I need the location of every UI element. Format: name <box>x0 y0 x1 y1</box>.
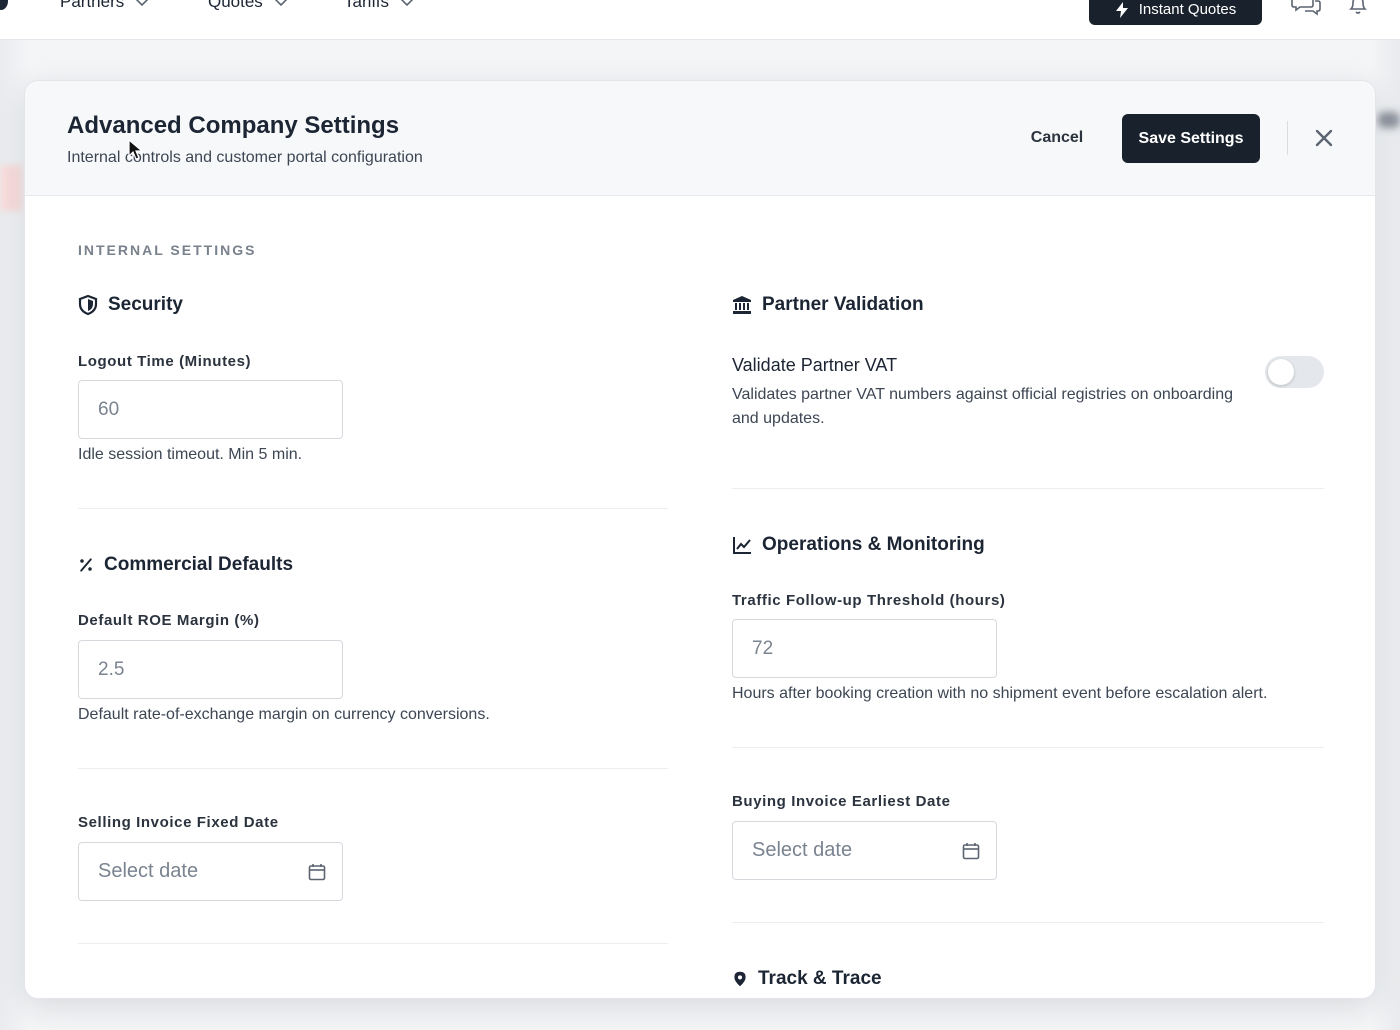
track-trace-title: Track & Trace <box>758 968 882 989</box>
top-nav: Partners Quotes Tariffs Instant Quotes <box>0 0 1400 40</box>
cancel-button[interactable]: Cancel <box>1015 114 1099 162</box>
mouse-cursor-icon <box>128 139 144 160</box>
selling-invoice-date-label: Selling Invoice Fixed Date <box>78 814 279 831</box>
calendar-icon <box>962 842 980 859</box>
validate-vat-label: Validate Partner VAT <box>732 355 898 375</box>
selling-invoice-date-picker[interactable]: Select date <box>78 842 343 901</box>
chart-line-icon <box>733 537 751 554</box>
divider <box>732 747 1324 748</box>
operations-monitoring-title: Operations & Monitoring <box>762 534 985 555</box>
instant-quotes-button[interactable]: Instant Quotes <box>1089 0 1262 25</box>
roe-margin-input[interactable] <box>78 640 343 699</box>
commercial-defaults-title: Commercial Defaults <box>104 554 294 575</box>
logout-time-help: Idle session timeout. Min 5 min. <box>78 446 303 463</box>
shield-icon <box>78 295 98 315</box>
partner-validation-heading: Partner Validation <box>732 294 924 316</box>
divider <box>732 922 1324 923</box>
instant-quotes-label: Instant Quotes <box>1138 1 1237 18</box>
divider <box>732 488 1324 489</box>
nav-item-label: Partners <box>60 0 125 11</box>
roe-margin-help: Default rate-of-exchange margin on curre… <box>78 706 490 723</box>
chevron-down-icon <box>400 0 414 7</box>
settings-modal: Advanced Company Settings Internal contr… <box>24 80 1376 999</box>
nav-item-quotes[interactable]: Quotes <box>208 0 289 12</box>
traffic-threshold-input[interactable] <box>732 619 997 678</box>
buying-invoice-date-label: Buying Invoice Earliest Date <box>732 793 951 810</box>
date-placeholder: Select date <box>752 839 853 861</box>
map-pin-icon <box>734 971 746 987</box>
traffic-threshold-help: Hours after booking creation with no shi… <box>732 685 1268 702</box>
close-button[interactable] <box>1309 123 1339 153</box>
chevron-down-icon <box>274 0 287 7</box>
divider <box>78 508 668 509</box>
section-label: INTERNAL SETTINGS <box>78 242 257 258</box>
background-element <box>0 165 22 211</box>
validate-vat-toggle[interactable] <box>1265 356 1324 388</box>
save-settings-button[interactable]: Save Settings <box>1122 114 1260 163</box>
modal-subtitle: Internal controls and customer portal co… <box>67 149 423 166</box>
logout-time-input[interactable] <box>78 380 343 439</box>
nav-item-label: Quotes <box>208 0 263 11</box>
logo <box>0 0 8 10</box>
chat-icon[interactable] <box>1291 0 1321 18</box>
logout-time-label: Logout Time (Minutes) <box>78 353 252 370</box>
header-divider <box>1287 121 1288 155</box>
bell-icon[interactable] <box>1345 0 1375 18</box>
operations-monitoring-heading: Operations & Monitoring <box>732 534 985 556</box>
nav-item-label: Tariffs <box>344 0 390 11</box>
commercial-defaults-heading: Commercial Defaults <box>78 554 293 576</box>
close-icon <box>1315 129 1333 147</box>
track-trace-heading: Track & Trace <box>732 968 882 990</box>
traffic-threshold-label: Traffic Follow-up Threshold (hours) <box>732 592 1006 609</box>
buying-invoice-date-picker[interactable]: Select date <box>732 821 997 880</box>
nav-item-partners[interactable]: Partners <box>60 0 150 12</box>
security-heading: Security <box>78 294 183 316</box>
bank-icon <box>733 296 751 314</box>
modal-header: Advanced Company Settings Internal contr… <box>25 81 1375 196</box>
percent-icon <box>80 558 92 572</box>
toggle-knob <box>1268 359 1294 385</box>
bolt-icon <box>1115 1 1128 18</box>
calendar-icon <box>308 863 326 880</box>
security-title: Security <box>108 294 183 315</box>
divider <box>78 943 668 944</box>
nav-item-tariffs[interactable]: Tariffs <box>344 0 415 12</box>
background-element <box>1378 112 1400 128</box>
chevron-down-icon <box>136 0 149 7</box>
roe-margin-label: Default ROE Margin (%) <box>78 612 260 629</box>
partner-validation-title: Partner Validation <box>762 294 924 315</box>
validate-vat-description: Validates partner VAT numbers against of… <box>732 386 1234 427</box>
modal-title: Advanced Company Settings <box>67 112 400 139</box>
divider <box>78 768 668 769</box>
date-placeholder: Select date <box>98 860 199 882</box>
